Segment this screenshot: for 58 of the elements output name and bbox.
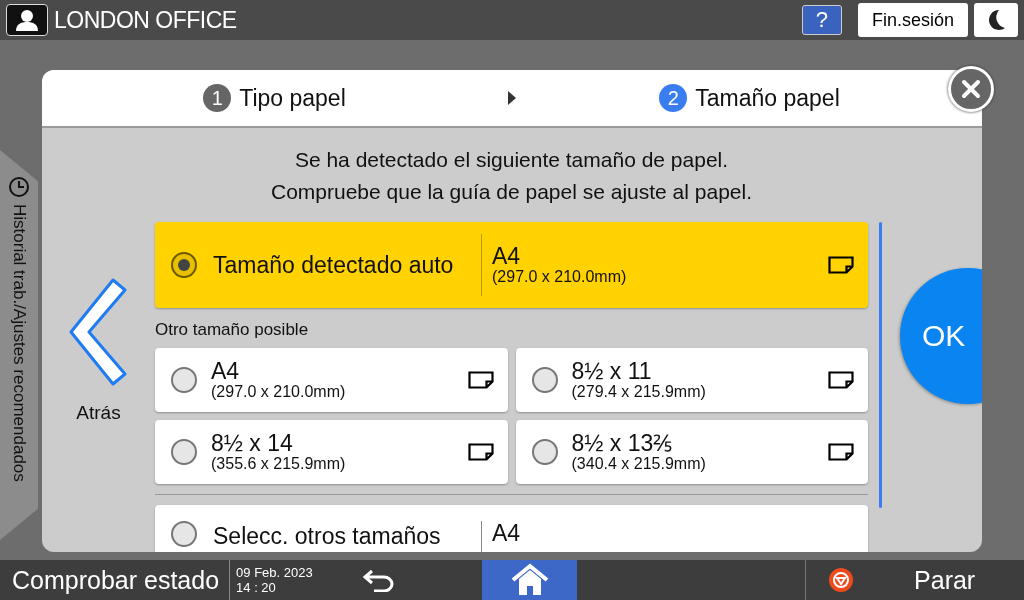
radio-button[interactable] [531,367,558,393]
paper-size: A4 [492,521,522,545]
section-label: Otro tamaño posible [155,320,310,340]
radio-button[interactable] [171,521,197,547]
size-option[interactable]: 8½ x 11 (279.4 x 215.9mm) [515,348,868,412]
paper-icon [828,256,854,274]
date-text: 09 Feb. 2023 [236,565,314,580]
ok-button[interactable]: OK [900,268,982,404]
home-icon [509,563,550,597]
other-sizes-option[interactable]: Selecc. otros tamaños A4 [155,505,868,552]
stop-button[interactable]: Parar [806,565,976,595]
paper-icon [467,443,494,461]
radio-button[interactable] [171,367,197,393]
night-mode-button[interactable] [974,3,1018,37]
chevron-left-icon [68,278,129,386]
close-icon [961,79,981,99]
logout-button[interactable]: Fin.sesión [857,3,968,37]
size-option[interactable]: 8½ x 13⅖ (340.4 x 215.9mm) [515,420,868,484]
message-text: Se ha detectado el siguiente tamaño de papel. [294,147,729,173]
paper-dimensions: (340.4 x 215.9mm) [571,455,707,473]
step-label: Tipo papel [239,84,346,112]
size-option[interactable]: A4 (297.0 x 210.0mm) [155,348,508,412]
paper-icon [467,371,494,389]
paper-size: 8½ x 13⅖ [571,431,674,455]
help-button[interactable]: ? [801,5,842,35]
paper-size: A4 [211,359,241,383]
auto-size-option[interactable]: Tamaño detectado auto A4 (297.0 x 210.0mm) [155,222,868,308]
user-name: LONDON OFFICE [54,6,238,34]
radio-button[interactable] [531,439,558,465]
size-option[interactable]: 8½ x 14 (355.6 x 215.9mm) [155,420,508,484]
status-button[interactable]: Comprobar estado [0,560,231,600]
paper-icon [828,443,854,461]
paper-icon [828,371,854,389]
user-icon[interactable] [6,4,48,36]
clock-icon [8,176,30,198]
paper-dimensions: (279.4 x 215.9mm) [571,383,707,401]
paper-dimensions: (297.0 x 210.0mm) [492,268,628,286]
paper-dimensions: (355.6 x 215.9mm) [211,455,347,473]
message-text: Compruebe que la guía de papel se ajuste al papel. [271,179,752,205]
close-button[interactable] [948,66,994,112]
paper-size: 8½ x 11 [571,359,653,383]
radio-button[interactable] [171,252,197,278]
paper-size: A4 [492,244,522,268]
step-label: Tamaño papel [695,84,840,112]
option-label: Tamaño detectado auto [213,251,455,279]
home-button[interactable] [482,560,578,600]
time-text: 14 : 20 [236,580,277,595]
paper-dimensions: (297.0 x 210.0mm) [211,383,347,401]
stop-icon [828,567,855,593]
side-tab[interactable]: Historial trab./Ajustes recomendados [0,150,38,540]
side-tab-label: Historial trab./Ajustes recomendados [9,204,29,482]
radio-button[interactable] [171,439,197,465]
paper-size: 8½ x 14 [211,431,294,455]
step-number: 1 [203,84,232,112]
step-number: 2 [659,84,688,112]
step-arrow-icon [507,91,517,105]
option-label: Selecc. otros tamaños [213,523,442,550]
back-button[interactable]: Atrás [68,278,129,424]
